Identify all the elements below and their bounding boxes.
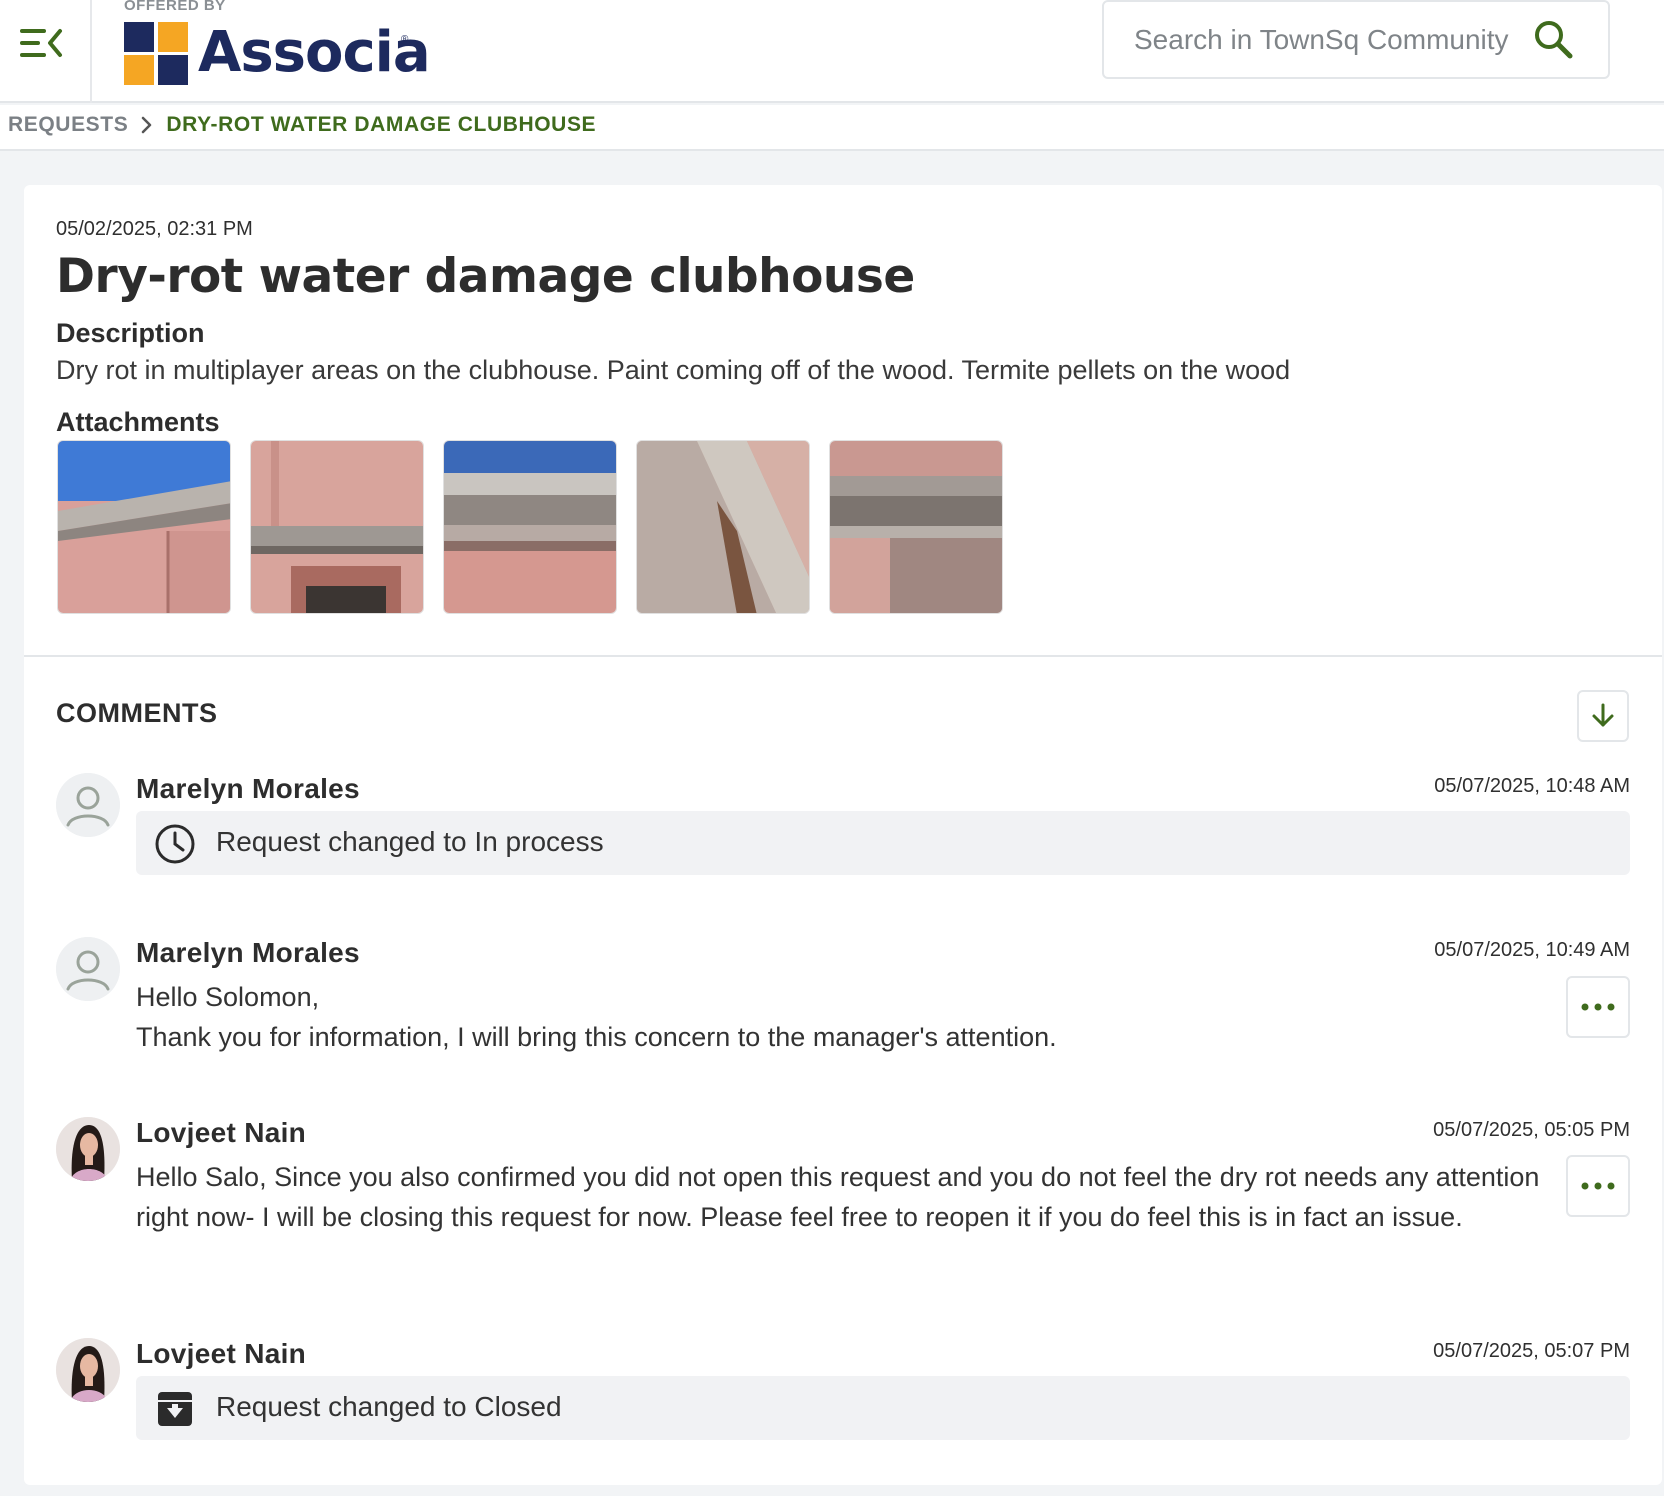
search-icon[interactable] xyxy=(1532,18,1576,62)
comment-line: Hello Solomon, xyxy=(136,982,320,1012)
comment-body: Hello Salo, Since you also confirmed you… xyxy=(136,1157,1546,1237)
comment-body: Hello Solomon, Thank you for information… xyxy=(136,977,1546,1057)
arrow-down-icon xyxy=(1592,703,1614,727)
chevron-right-icon xyxy=(142,116,152,134)
request-title: Dry-rot water damage clubhouse xyxy=(56,249,915,304)
request-card: 05/02/2025, 02:31 PM Dry-rot water damag… xyxy=(24,185,1662,1485)
comment-timestamp: 05/07/2025, 05:05 PM xyxy=(1433,1119,1630,1141)
section-divider xyxy=(24,655,1662,657)
header-divider xyxy=(90,0,92,103)
comment-more-button[interactable] xyxy=(1566,1155,1630,1217)
comment-timestamp: 05/07/2025, 05:07 PM xyxy=(1433,1340,1630,1362)
comment-timestamp: 05/07/2025, 10:49 AM xyxy=(1434,939,1630,961)
author-photo xyxy=(56,1117,120,1181)
user-icon xyxy=(56,773,120,837)
attachment-thumbnail-2[interactable] xyxy=(250,440,424,614)
comment-author: Marelyn Morales xyxy=(136,937,360,968)
breadcrumb-bar: REQUESTS DRY-ROT WATER DAMAGE CLUBHOUSE xyxy=(0,105,1664,151)
associa-logo-icon xyxy=(124,22,188,85)
search-box xyxy=(1102,0,1610,79)
scroll-to-latest-button[interactable] xyxy=(1577,690,1629,742)
offered-by-label: OFFERED BY xyxy=(124,0,226,14)
search-input[interactable] xyxy=(1134,20,1534,60)
attachments-list xyxy=(57,440,1003,614)
more-options-icon xyxy=(1581,1003,1615,1011)
attachments-label: Attachments xyxy=(56,407,220,437)
status-change-text: Request changed to In process xyxy=(216,826,604,857)
breadcrumb-requests-link[interactable]: REQUESTS xyxy=(8,113,128,137)
description-label: Description xyxy=(56,318,205,348)
attachment-thumbnail-3[interactable] xyxy=(443,440,617,614)
author-photo xyxy=(56,1338,120,1402)
comment-item: Lovjeet Nain 05/07/2025, 05:05 PM Hello … xyxy=(56,1117,1630,1277)
comment-author: Lovjeet Nain xyxy=(136,1117,307,1148)
breadcrumb-current: DRY-ROT WATER DAMAGE CLUBHOUSE xyxy=(166,113,597,136)
comment-timestamp: 05/07/2025, 10:48 AM xyxy=(1434,775,1630,797)
avatar-placeholder xyxy=(56,937,120,1001)
menu-toggle-button[interactable] xyxy=(14,16,68,70)
comments-heading: COMMENTS xyxy=(56,698,218,728)
status-change-note: Request changed to In process xyxy=(136,811,1630,875)
comment-item: Lovjeet Nain 05/07/2025, 05:07 PM Reques… xyxy=(56,1338,1630,1442)
comment-line: Hello Salo, Since you also confirmed you… xyxy=(136,1162,1540,1232)
attachment-thumbnail-4[interactable] xyxy=(636,440,810,614)
user-photo-icon xyxy=(56,1338,120,1402)
associa-logo-text: Associa xyxy=(198,20,431,85)
status-change-text: Request changed to Closed xyxy=(216,1391,562,1422)
comment-author: Lovjeet Nain xyxy=(136,1338,307,1369)
comment-item: Marelyn Morales 05/07/2025, 10:49 AM Hel… xyxy=(56,937,1630,1057)
comment-author: Marelyn Morales xyxy=(136,773,360,804)
comment-more-button[interactable] xyxy=(1566,976,1630,1038)
attachment-thumbnail-1[interactable] xyxy=(57,440,231,614)
user-photo-icon xyxy=(56,1117,120,1181)
archive-icon xyxy=(158,1392,192,1426)
description-text: Dry rot in multiplayer areas on the club… xyxy=(56,355,1291,385)
clock-icon xyxy=(155,824,195,864)
comment-line: Thank you for information, I will bring … xyxy=(136,1022,1057,1052)
user-icon xyxy=(56,937,120,1001)
logo-registered-mark: ® xyxy=(401,34,409,45)
status-change-note: Request changed to Closed xyxy=(136,1376,1630,1440)
attachment-thumbnail-5[interactable] xyxy=(829,440,1003,614)
avatar-placeholder xyxy=(56,773,120,837)
request-created-date: 05/02/2025, 02:31 PM xyxy=(56,218,253,240)
more-options-icon xyxy=(1581,1182,1615,1190)
top-header: OFFERED BY Associa ® xyxy=(0,0,1664,103)
collapse-menu-icon xyxy=(20,29,62,57)
comment-item: Marelyn Morales 05/07/2025, 10:48 AM Req… xyxy=(56,773,1630,877)
breadcrumb: REQUESTS DRY-ROT WATER DAMAGE CLUBHOUSE xyxy=(8,113,596,137)
